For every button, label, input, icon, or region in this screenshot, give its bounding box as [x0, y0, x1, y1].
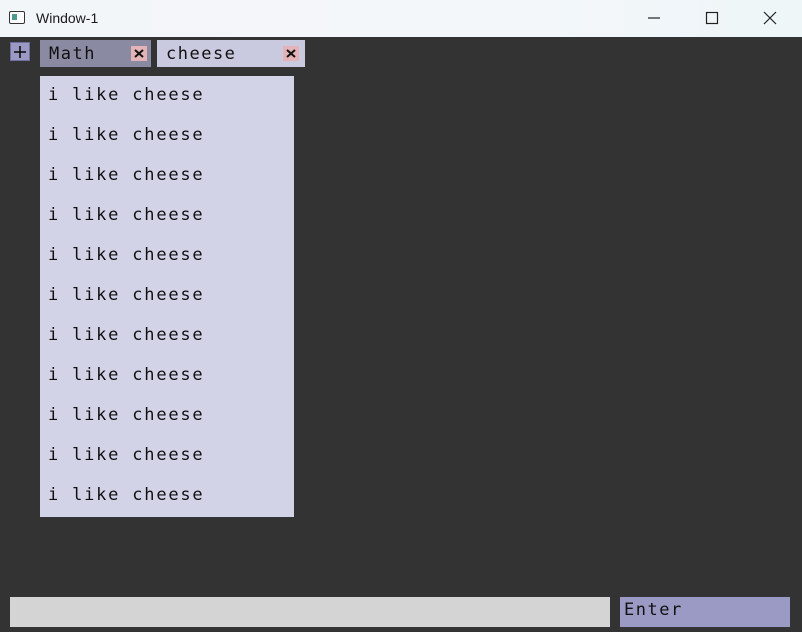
list-item: i like cheese [48, 325, 205, 345]
maximize-button[interactable] [683, 0, 741, 37]
tab-close-button[interactable] [131, 46, 147, 61]
enter-button[interactable]: Enter [620, 597, 790, 627]
window-title: Window-1 [36, 10, 99, 26]
list-item: i like cheese [48, 405, 205, 425]
maximize-icon [705, 11, 719, 25]
app-window-icon [9, 11, 25, 24]
list-item: i like cheese [48, 245, 205, 265]
title-bar[interactable]: Window-1 [0, 0, 802, 37]
list-item: i like cheese [48, 125, 205, 145]
x-icon [286, 49, 296, 58]
new-tab-button[interactable] [10, 42, 30, 61]
message-input[interactable] [10, 597, 610, 627]
tab-cheese[interactable]: cheese [157, 40, 305, 67]
tab-label: cheese [166, 44, 237, 64]
list-item: i like cheese [48, 85, 205, 105]
minimize-icon [648, 17, 660, 19]
list-item: i like cheese [48, 285, 205, 305]
x-icon [134, 49, 144, 58]
plus-icon [14, 46, 26, 58]
list-item: i like cheese [48, 445, 205, 465]
tab-math[interactable]: Math [40, 40, 151, 67]
tab-label: Math [49, 44, 96, 64]
close-button[interactable] [741, 0, 799, 37]
list-item: i like cheese [48, 365, 205, 385]
tab-strip: Math cheese [0, 37, 802, 69]
list-item: i like cheese [48, 485, 205, 505]
close-icon [763, 11, 777, 25]
minimize-button[interactable] [625, 0, 683, 37]
list-item: i like cheese [48, 165, 205, 185]
tab-close-button[interactable] [283, 46, 299, 61]
list-item: i like cheese [48, 205, 205, 225]
message-list[interactable]: i like cheese i like cheese i like chees… [40, 76, 294, 517]
